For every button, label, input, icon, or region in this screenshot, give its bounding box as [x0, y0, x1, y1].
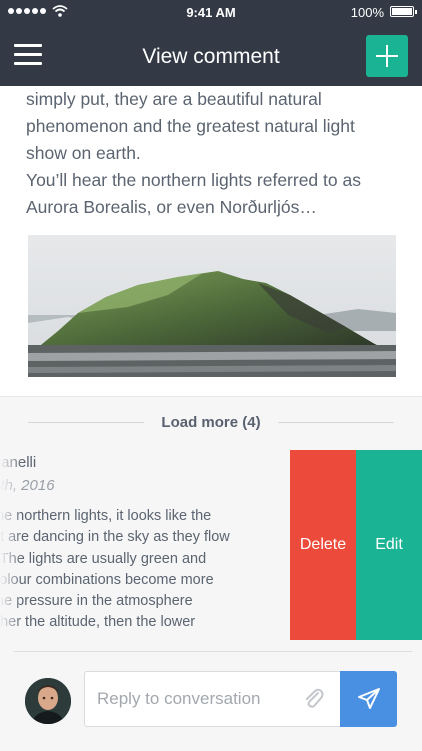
- page-title: View comment: [142, 45, 280, 68]
- comment-line: the pressure in the atmosphere: [0, 593, 193, 610]
- plus-icon[interactable]: [366, 35, 408, 77]
- clip-fade: [0, 450, 22, 640]
- paperclip-icon[interactable]: [302, 685, 324, 711]
- comment-line: gher the altitude, then the lower: [0, 614, 196, 631]
- status-bar: 9:41 AM 100%: [0, 0, 422, 24]
- comment-item[interactable]: Fanelli 9th, 2016 the northern lights, i…: [0, 450, 422, 640]
- comment-line: the northern lights, it looks like the: [0, 508, 212, 524]
- article-content: simply put, they are a beautiful natural…: [26, 86, 398, 377]
- article-image: [28, 235, 396, 377]
- comment-text: the northern lights, it looks like the h…: [0, 506, 292, 634]
- article-paragraph: You’ll hear the northern lights referred…: [26, 170, 361, 217]
- paper-plane-icon: [358, 688, 380, 709]
- edit-button[interactable]: Edit: [356, 450, 422, 640]
- comment-line: . The lights are usually green and: [0, 550, 207, 567]
- battery-icon: [390, 6, 417, 17]
- avatar[interactable]: [25, 678, 71, 724]
- battery-percentage: 100%: [350, 5, 384, 20]
- user-photo: [25, 678, 71, 724]
- comment-line: ht are dancing in the sky as they flow: [0, 529, 230, 546]
- reply-bar: [0, 668, 422, 728]
- send-button[interactable]: [340, 671, 397, 727]
- divider: [14, 651, 412, 652]
- delete-button[interactable]: Delete: [290, 450, 356, 640]
- article-paragraph: simply put, they are a beautiful natural…: [26, 89, 355, 163]
- comment-line: colour combinations become more: [0, 571, 214, 588]
- load-more-button[interactable]: Load more (4): [0, 414, 422, 431]
- top-bar: 9:41 AM 100% View comment: [0, 0, 422, 86]
- mountain-landscape-image: [28, 235, 396, 377]
- load-more-row: Load more (4): [0, 413, 422, 433]
- comments-panel: Load more (4) Fanelli 9th, 2016 the nort…: [0, 396, 422, 751]
